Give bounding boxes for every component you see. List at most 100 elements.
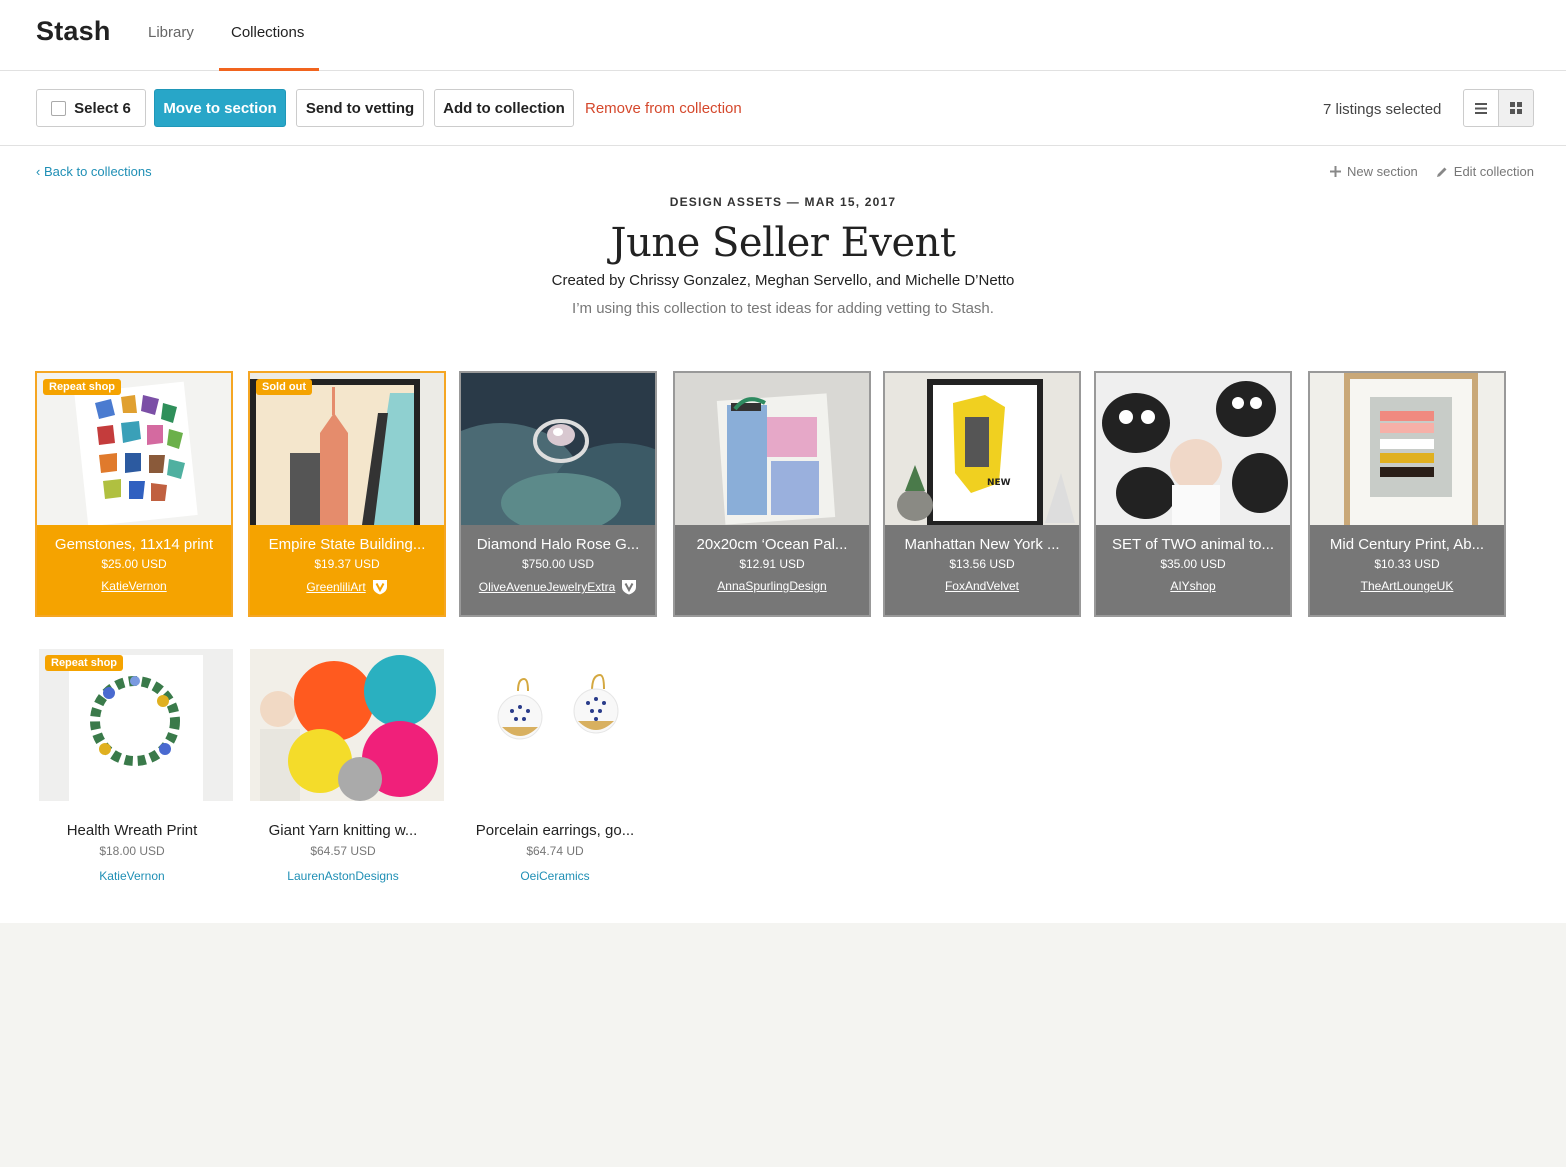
back-label: Back to collections — [43, 164, 152, 179]
listing-info: Porcelain earrings, go... $64.74 UD OeiC… — [458, 821, 652, 883]
listing-card[interactable]: SET of TWO animal to... $35.00 USD AIYsh… — [1094, 371, 1292, 617]
repeat-shop-badge: Repeat shop — [43, 379, 122, 395]
shop-name: TheArtLoungeUK — [1360, 579, 1454, 593]
new-section-button[interactable]: New section — [1329, 164, 1418, 179]
select-checkbox[interactable] — [51, 100, 67, 116]
listing-name[interactable]: Manhattan New York ... — [885, 535, 1079, 555]
repeat-shop-badge: Repeat shop — [45, 655, 124, 671]
listing-info: Health Wreath Print $18.00 USD KatieVern… — [35, 821, 229, 883]
shop-name: GreenliliArt — [306, 580, 366, 594]
listing-card[interactable]: Diamond Halo Rose G... $750.00 USD Olive… — [459, 371, 657, 617]
listing-card[interactable]: Sold out Empire State Building... $19.37… — [248, 371, 446, 617]
tab-library[interactable]: Library — [148, 24, 194, 71]
vetted-shield-icon — [372, 580, 387, 595]
vetted-shield-icon — [622, 580, 637, 595]
shop-link[interactable]: KatieVernon — [37, 579, 231, 593]
grid-view-button[interactable] — [1498, 90, 1533, 126]
listing-info: Diamond Halo Rose G... $750.00 USD Olive… — [461, 535, 655, 595]
shop-link[interactable]: OeiCeramics — [458, 869, 652, 883]
shop-name: AnnaSpurlingDesign — [717, 579, 827, 593]
page: Stash Library Collections Select 6 Move … — [0, 0, 1566, 923]
select-all-button[interactable]: Select 6 — [36, 89, 146, 127]
sold-out-badge: Sold out — [256, 379, 312, 395]
add-to-collection-button[interactable]: Add to collection — [434, 89, 574, 127]
list-icon — [1475, 102, 1487, 114]
shop-link[interactable]: FoxAndVelvet — [885, 579, 1079, 593]
listing-info: Empire State Building... $19.37 USD Gree… — [250, 535, 444, 595]
listing-card[interactable]: 20x20cm ‘Ocean Pal... $12.91 USD AnnaSpu… — [673, 371, 871, 617]
edit-collection-label: Edit collection — [1453, 164, 1534, 179]
listing-name[interactable]: Mid Century Print, Ab... — [1310, 535, 1504, 555]
listing-name[interactable]: Porcelain earrings, go... — [458, 821, 652, 841]
shop-link[interactable]: GreenliliArt — [250, 579, 444, 595]
collection-actions: New section Edit collection — [1329, 164, 1534, 179]
listing-image[interactable]: Repeat shop — [39, 649, 233, 801]
plus-icon — [1329, 166, 1341, 177]
shop-name: OliveAvenueJewelryExtra — [478, 580, 616, 594]
collection-eyebrow: DESIGN ASSETS — MAR 15, 2017 — [669, 195, 897, 209]
listing-name[interactable]: SET of TWO animal to... — [1096, 535, 1290, 555]
listing-image[interactable] — [461, 373, 655, 525]
listing-info: Mid Century Print, Ab... $10.33 USD TheA… — [1310, 535, 1504, 593]
listing-card[interactable]: Repeat shop Health Wreath Print $18.00 U… — [35, 645, 233, 891]
listing-card[interactable]: Giant Yarn knitting w... $64.57 USD Laur… — [246, 645, 444, 891]
listing-name[interactable]: Diamond Halo Rose G... — [461, 535, 655, 555]
chevron-left-icon: ‹ — [36, 164, 41, 179]
listing-price: $64.74 UD — [526, 844, 584, 858]
shop-name: OeiCeramics — [520, 869, 590, 883]
shop-name: AIYshop — [1170, 579, 1216, 593]
listing-name[interactable]: Empire State Building... — [250, 535, 444, 555]
listing-name[interactable]: Giant Yarn knitting w... — [246, 821, 440, 841]
listing-info: Giant Yarn knitting w... $64.57 USD Laur… — [246, 821, 440, 883]
shop-link[interactable]: TheArtLoungeUK — [1310, 579, 1504, 593]
listing-card[interactable]: NEW Manhattan New York ... $13.56 USD Fo… — [883, 371, 1081, 617]
listing-image[interactable] — [1310, 373, 1504, 525]
brand-logo[interactable]: Stash — [36, 16, 111, 47]
shop-link[interactable]: AIYshop — [1096, 579, 1290, 593]
listing-name[interactable]: Health Wreath Print — [35, 821, 229, 841]
listing-image[interactable] — [675, 373, 869, 525]
edit-collection-button[interactable]: Edit collection — [1436, 164, 1534, 179]
listing-card[interactable]: Mid Century Print, Ab... $10.33 USD TheA… — [1308, 371, 1506, 617]
new-section-label: New section — [1346, 164, 1418, 179]
shop-link[interactable]: KatieVernon — [35, 869, 229, 883]
listing-image[interactable] — [1096, 373, 1290, 525]
send-to-vetting-button[interactable]: Send to vetting — [296, 89, 424, 127]
collection-byline: Created by Chrissy Gonzalez, Meghan Serv… — [551, 272, 1015, 289]
listing-price: $18.00 USD — [99, 844, 165, 858]
action-toolbar: Select 6 Move to section Send to vetting… — [0, 71, 1566, 146]
listing-card[interactable]: Repeat shop Gemstones, 11x14 print $25.0… — [35, 371, 233, 617]
listing-image[interactable]: NEW — [885, 373, 1079, 525]
listing-info: Manhattan New York ... $13.56 USD FoxAnd… — [885, 535, 1079, 593]
listing-name[interactable]: Gemstones, 11x14 print — [37, 535, 231, 555]
listing-image[interactable] — [250, 649, 444, 801]
listing-price: $12.91 USD — [739, 557, 805, 571]
shop-link[interactable]: LaurenAstonDesigns — [246, 869, 440, 883]
listing-card[interactable]: Porcelain earrings, go... $64.74 UD OeiC… — [458, 645, 656, 891]
view-toggle — [1463, 89, 1534, 127]
pencil-icon — [1436, 167, 1447, 177]
collection-title: June Seller Event — [610, 220, 956, 266]
listing-price: $750.00 USD — [521, 557, 595, 571]
listing-info: 20x20cm ‘Ocean Pal... $12.91 USD AnnaSpu… — [675, 535, 869, 593]
listing-price: $64.57 USD — [310, 844, 376, 858]
remove-from-collection-link[interactable]: Remove from collection — [585, 100, 742, 117]
listing-price: $13.56 USD — [949, 557, 1015, 571]
listing-name[interactable]: 20x20cm ‘Ocean Pal... — [675, 535, 869, 555]
back-to-collections-link[interactable]: ‹ Back to collections — [36, 164, 152, 179]
shop-link[interactable]: OliveAvenueJewelryExtra — [461, 579, 655, 595]
shop-name: KatieVernon — [101, 579, 167, 593]
list-view-button[interactable] — [1464, 90, 1498, 126]
move-to-section-button[interactable]: Move to section — [154, 89, 286, 127]
listing-image[interactable]: Sold out — [250, 373, 444, 525]
listing-image[interactable]: Repeat shop — [37, 373, 231, 525]
listing-image[interactable] — [462, 649, 656, 801]
listing-price: $10.33 USD — [1374, 557, 1440, 571]
listing-price: $25.00 USD — [101, 557, 167, 571]
tab-collections[interactable]: Collections — [219, 24, 319, 71]
shop-link[interactable]: AnnaSpurlingDesign — [675, 579, 869, 593]
listing-price: $35.00 USD — [1160, 557, 1226, 571]
selected-count: 7 listings selected — [1323, 101, 1442, 118]
grid-icon — [1510, 102, 1522, 114]
listing-price: $19.37 USD — [314, 557, 380, 571]
